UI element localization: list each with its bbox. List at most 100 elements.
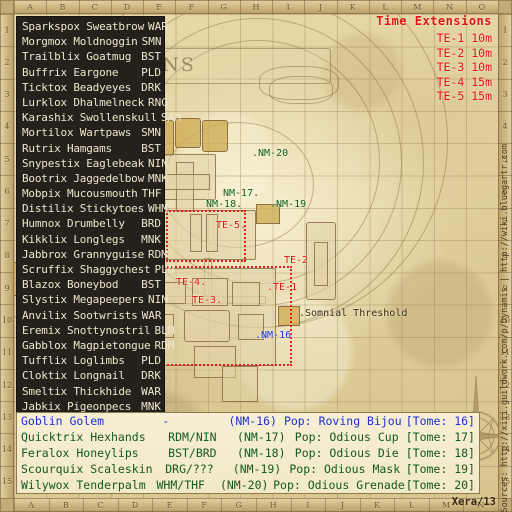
nm-table-cell-pop: Pop: Odious Mask (289, 462, 401, 476)
map-label-nm-19: .NM-19 (270, 199, 307, 210)
mob-job: BST (141, 50, 161, 64)
ruler-cell: 12 (1, 380, 13, 390)
ruler-cell: 6 (502, 186, 508, 196)
map-credit: Xera/13 (451, 496, 496, 508)
ruler-tick (0, 239, 14, 241)
nm-table-cell-tome: [Tome: 20] (405, 478, 475, 492)
nm-table-row: Wilywox Tenderpalm WHM/THF (NM-20) Pop: Odi… (17, 477, 479, 493)
mob-list-item: Bootrix Jaggedelbow MNK (17, 171, 168, 186)
ruler-tick (498, 433, 512, 435)
mob-name: Scruffix Shaggychest (22, 263, 151, 276)
ruler-cell: 1 (502, 25, 508, 35)
ruler-cell: 3 (502, 90, 508, 100)
mob-job: BRD (141, 217, 161, 231)
nm-table-cell-nm: (NM-16) (228, 414, 277, 428)
nm-table-cell-pop: Pop: Roving Bijou (283, 414, 402, 428)
time-extension-item: TE-1 10m (376, 31, 492, 46)
time-extension-duration: 10m (471, 45, 492, 60)
ruler-cell: D (131, 500, 139, 510)
mob-list-item: Trailblix Goatmug BST (17, 49, 164, 64)
mob-list-item: Ticktox Beadyeyes DRK (17, 80, 164, 95)
mob-list-item: Slystix Megapeepers NIN (17, 292, 168, 307)
ruler-right: 1 2 3 4 5 6 7 8 9 10 11 12 13 14 15 (498, 0, 512, 512)
ruler-tick (0, 465, 14, 467)
map-label-te-2: TE-2 (284, 255, 309, 266)
ruler-cell: I (286, 2, 290, 12)
mob-list-item: Blazox Boneybod BST (17, 277, 164, 292)
ruler-cell: E (156, 2, 163, 12)
map-building-east-core (314, 242, 328, 286)
ruler-tick (498, 46, 512, 48)
te-zone-box-5[interactable] (166, 210, 246, 262)
ruler-tick (498, 465, 512, 467)
time-extension-duration: 10m (471, 31, 492, 45)
ruler-cell: 7 (4, 219, 10, 229)
ruler-tick (498, 336, 512, 338)
mob-name: Mortilox Wartpaws (22, 126, 132, 140)
mob-list-item: Jabbrox Grannyguise RDM (17, 247, 168, 262)
nm-table-cell-job: RDM/NIN (168, 430, 217, 444)
mob-list-item: Rutrix Hamgams BST (17, 141, 164, 156)
nm-table-cell-nm: (NM-17) (237, 430, 286, 444)
time-extension-item: TE-4 15m (376, 75, 492, 90)
mob-list-item: Karashix Swollenskull SAM (17, 110, 181, 125)
ruler-tick (110, 0, 112, 14)
mob-job: NIN (148, 293, 168, 307)
ruler-cell: H (252, 2, 260, 12)
ruler-cell: A (28, 500, 35, 510)
ruler-tick (239, 0, 241, 14)
ruler-tick (186, 498, 188, 512)
nm-table-cell-job: BST/BRD (168, 446, 217, 460)
ruler-cell: 4 (502, 122, 508, 132)
ruler-cell: 5 (502, 154, 508, 164)
mob-name: Jabbrox Grannyguise (22, 247, 145, 261)
nm-table-row: Goblin Golem - (NM-16) Pop: Roving Bijou [To… (17, 413, 479, 429)
mob-job: WAR (141, 384, 161, 398)
mob-name: Humnox Drumbelly (22, 217, 125, 231)
mob-list-item: Scruffix Shaggychest PLD (17, 262, 174, 277)
ruler-tick (78, 0, 80, 14)
ruler-cell: 10 (1, 316, 13, 326)
mob-list-item: Kikklix Longlegs MNK (17, 232, 164, 247)
ruler-tick (0, 46, 14, 48)
ruler-tick (256, 498, 257, 512)
ruler-cell: 12 (499, 380, 511, 390)
ruler-cell: F (188, 2, 195, 12)
mob-list-item: Eremix Snottynostril BLM (17, 323, 174, 338)
time-extension-duration: 15m (471, 89, 492, 104)
ruler-cell: 8 (4, 251, 10, 261)
mob-list-item: Tufflix Loglimbs PLD (17, 353, 164, 368)
ruler-tick (465, 0, 467, 14)
ruler-cell: K (349, 2, 356, 12)
nm-table-cell-name: Goblin Golem (21, 414, 105, 428)
ruler-tick (0, 401, 14, 403)
map-label-nm-16: .NM-16 (255, 330, 292, 341)
corner-tr (498, 0, 512, 14)
time-extensions-rows: TE-1 10m TE-2 10m TE-3 10m TE-4 15m TE-5 15m (376, 31, 492, 104)
nm-table-row: Feralox Honeylips BST/BRD (NM-18) Pop: Odio… (17, 445, 479, 461)
ruler-cell: 3 (4, 90, 10, 100)
time-extension-id: TE-5 (436, 89, 465, 104)
ruler-cell: 2 (4, 57, 10, 67)
mob-job: DRK (141, 369, 161, 383)
nm-table-cell-nm: (NM-20) (219, 478, 269, 492)
map-label-nm-20: .NM-20 (252, 148, 289, 159)
mob-name: Ticktox Beadyeyes (22, 80, 132, 94)
ruler-cell: F (201, 500, 207, 510)
ruler-cell: 6 (4, 186, 10, 196)
mob-name: Tufflix Loglimbs (22, 354, 125, 368)
nm-table-cell-nm: (NM-18) (237, 446, 286, 460)
mob-job: WAR (148, 20, 168, 33)
nm-table-row: Quicktrix Hexhands RDM/NIN (NM-17) Pop: Odi… (17, 429, 479, 445)
mob-list-item: Morgmox Moldnoggin SMN (17, 34, 164, 49)
mob-name: Eremix Snottynostril (22, 323, 151, 337)
ruler-tick (0, 14, 14, 15)
mob-job: DRK (141, 80, 161, 94)
time-extension-duration: 10m (471, 60, 492, 75)
mob-name: Snypestix Eaglebeak (22, 156, 145, 170)
mob-job: MNK (148, 171, 168, 185)
ruler-cell: 1 (4, 25, 10, 35)
ruler-tick (0, 110, 14, 112)
ruler-tick (325, 498, 327, 512)
ruler-cell: J (340, 500, 345, 510)
